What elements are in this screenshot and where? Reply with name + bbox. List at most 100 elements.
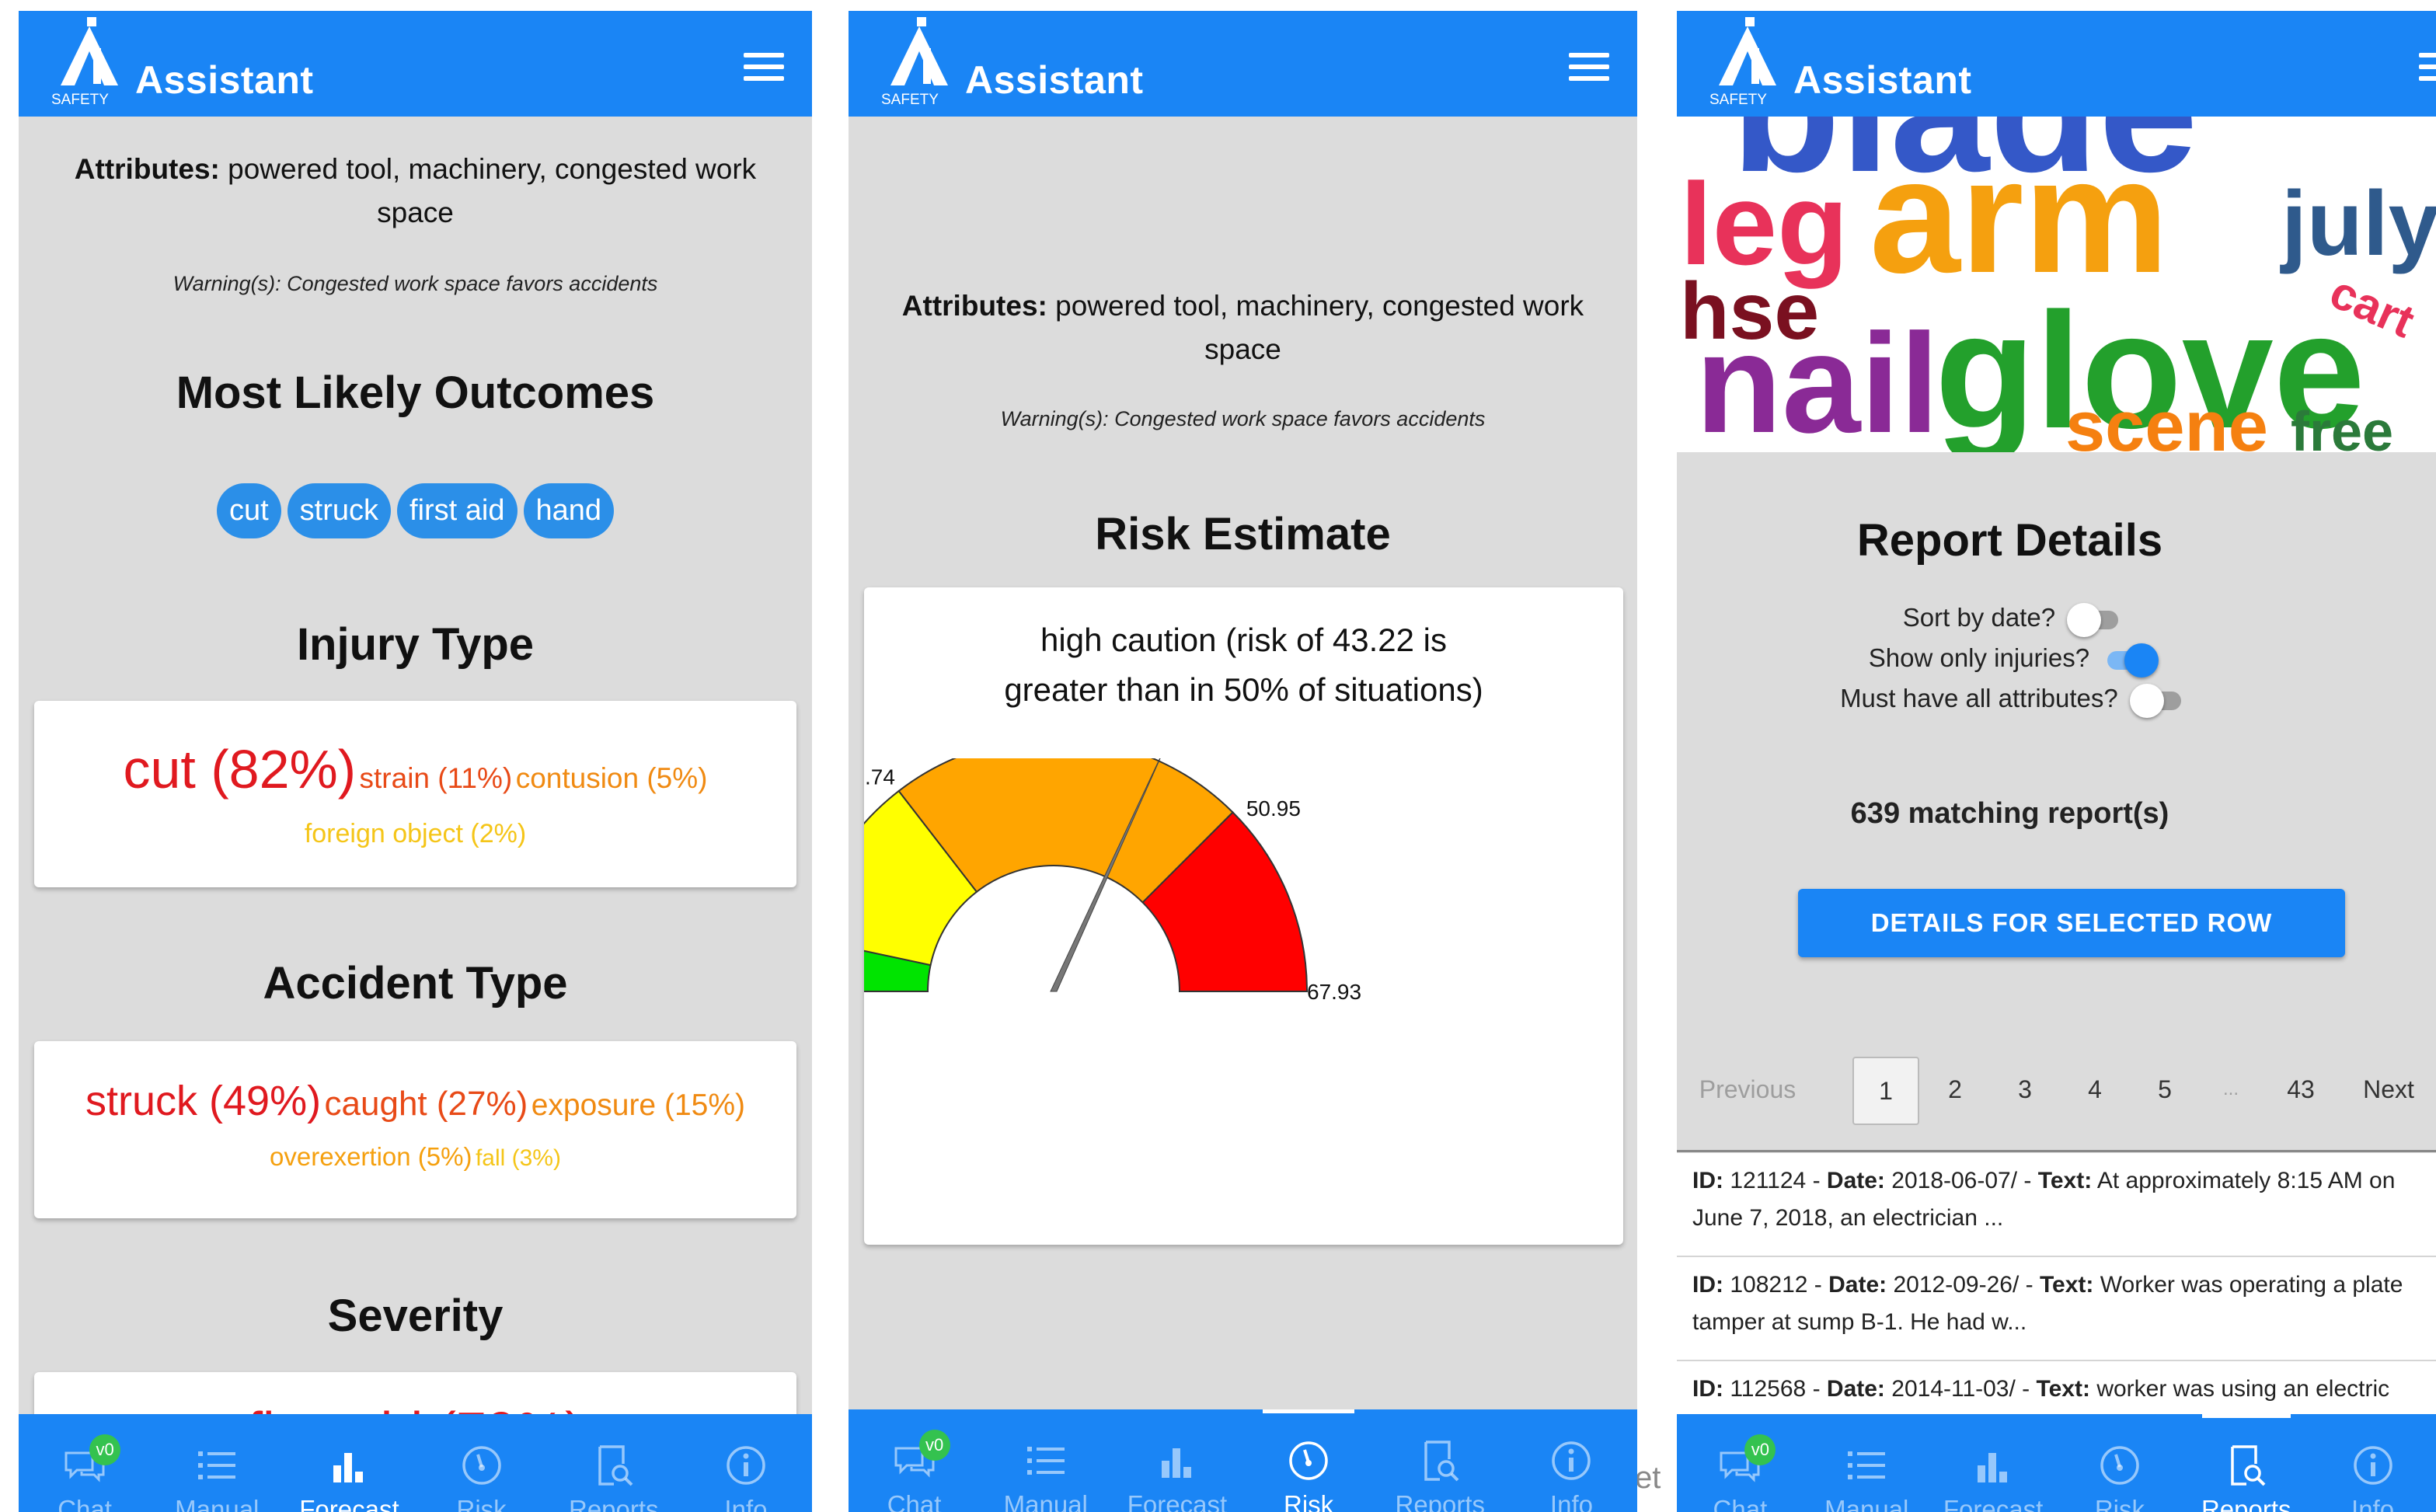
accident-item: struck (49%)	[85, 1078, 322, 1124]
app-bar: SAFETY Assistant	[19, 11, 812, 117]
report-row[interactable]: ID: 108212 - Date: 2012-09-26/ - Text: W…	[1677, 1257, 2436, 1361]
nav-reports[interactable]: Reports	[548, 1414, 680, 1512]
info-icon	[723, 1442, 769, 1489]
nav-label: Risk	[456, 1495, 507, 1512]
nav-label: Info	[724, 1495, 768, 1512]
svg-text:SAFETY: SAFETY	[881, 92, 939, 108]
nav-manual[interactable]: Manual	[151, 1414, 283, 1512]
nav-label: Chat	[58, 1495, 112, 1512]
wordcloud-word: july	[2280, 172, 2436, 275]
word-cloud: blade leg arm july hse cart nail glove s…	[1677, 117, 2436, 452]
pagination-page[interactable]: 2	[1924, 1057, 1986, 1122]
nav-label: Manual	[1003, 1490, 1088, 1512]
nav-info[interactable]: Info	[680, 1414, 812, 1512]
gauge-tick-label: 67.93	[1307, 980, 1361, 1004]
pagination-page[interactable]: 3	[1994, 1057, 2056, 1122]
app-logo: SAFETY	[881, 17, 948, 108]
nav-info[interactable]: Info	[2309, 1414, 2436, 1512]
gauge-tick-label: 50.95	[1246, 796, 1301, 820]
injury-type-card: cut (82%) strain (11%) contusion (5%) fo…	[34, 701, 796, 887]
nav-forecast[interactable]: Forecast	[1930, 1414, 2057, 1512]
nav-risk[interactable]: Risk	[2056, 1414, 2183, 1512]
svg-text:SAFETY: SAFETY	[1709, 92, 1767, 108]
sort-by-date-switch[interactable]	[2067, 603, 2123, 638]
nav-forecast[interactable]: Forecast	[1111, 1409, 1242, 1512]
speedometer-icon	[2096, 1442, 2143, 1489]
pagination-next[interactable]: Next	[2350, 1057, 2427, 1122]
outcome-chips: cut struck first aid hand	[19, 483, 812, 538]
forecast-screen: SAFETY Assistant Attributes: powered too…	[19, 11, 812, 1512]
report-search-icon	[591, 1442, 637, 1489]
risk-caption: high caution (risk of 43.22 is greater t…	[1004, 622, 1483, 708]
nav-risk[interactable]: Risk	[1243, 1409, 1375, 1512]
injury-item: strain (11%)	[359, 762, 513, 794]
nav-label: Info	[2351, 1495, 2395, 1512]
chat-badge: v0	[918, 1430, 950, 1461]
list-icon	[1023, 1437, 1069, 1484]
app-title: Assistant	[1793, 58, 1972, 102]
only-injuries-switch[interactable]	[2101, 643, 2159, 678]
nav-label: Risk	[2094, 1495, 2145, 1512]
outcome-chip[interactable]: cut	[216, 483, 281, 538]
nav-manual[interactable]: Manual	[980, 1409, 1111, 1512]
active-tab-indicator	[2201, 1414, 2291, 1418]
bar-chart-icon	[326, 1442, 372, 1489]
wordcloud-word: nail	[1695, 304, 1939, 452]
active-tab-indicator	[1262, 1409, 1355, 1413]
outcome-chip[interactable]: hand	[523, 483, 615, 538]
pagination-page[interactable]: 4	[2064, 1057, 2126, 1122]
report-details-heading: Report Details	[1856, 515, 2163, 566]
warning-text: Warning(s): Congested work space favors …	[173, 272, 658, 295]
hamburger-menu-icon[interactable]	[1569, 53, 1609, 81]
accident-item: overexertion (5%)	[270, 1142, 472, 1171]
stray-text: et	[1635, 1461, 1661, 1495]
toggle-only-injuries[interactable]: Show only injuries?	[1677, 643, 2392, 678]
hamburger-menu-icon[interactable]	[744, 53, 784, 81]
toggle-all-attributes[interactable]: Must have all attributes?	[1677, 684, 2392, 719]
warning-text: Warning(s): Congested work space favors …	[1000, 407, 1486, 430]
outcome-chip[interactable]: struck	[287, 483, 392, 538]
nav-chat[interactable]: v0 Chat	[19, 1414, 151, 1512]
bottom-nav: v0 Chat Manual Forecast Risk Reports Inf…	[1677, 1414, 2436, 1512]
toggle-sort-by-date[interactable]: Sort by date?	[1677, 603, 2392, 638]
nav-reports[interactable]: Reports	[1375, 1409, 1506, 1512]
nav-manual[interactable]: Manual	[1803, 1414, 1930, 1512]
bottom-nav: v0 Chat Manual Forecast Risk Reports Inf…	[19, 1414, 812, 1512]
wordcloud-word: scene	[2065, 387, 2268, 452]
report-row[interactable]: ID: 121124 - Date: 2018-06-07/ - Text: A…	[1677, 1153, 2436, 1257]
nav-reports[interactable]: Reports	[2183, 1414, 2309, 1512]
nav-chat[interactable]: v0 Chat	[1677, 1414, 1803, 1512]
report-search-icon	[2223, 1442, 2270, 1489]
risk-screen: SAFETY Assistant Attributes: powered too…	[849, 11, 1637, 1512]
outcome-chip[interactable]: first aid	[397, 483, 518, 538]
nav-risk[interactable]: Risk	[416, 1414, 548, 1512]
all-attributes-switch[interactable]	[2129, 684, 2186, 719]
hamburger-menu-icon[interactable]	[2419, 53, 2436, 81]
list-icon	[193, 1442, 240, 1489]
pagination-ellipsis: ...	[2222, 1078, 2239, 1099]
accident-item: fall (3%)	[475, 1145, 561, 1171]
details-button[interactable]: DETAILS FOR SELECTED ROW	[1798, 889, 2345, 957]
nav-label: Forecast	[1127, 1490, 1228, 1512]
accident-type-card: struck (49%) caught (27%) exposure (15%)…	[34, 1041, 796, 1218]
nav-label: Reports	[2201, 1495, 2291, 1512]
table-divider	[1677, 1150, 2436, 1152]
nav-label: Manual	[175, 1495, 260, 1512]
bar-chart-icon	[1970, 1442, 2016, 1489]
nav-info[interactable]: Info	[1506, 1409, 1637, 1512]
pagination-page[interactable]: 43	[2266, 1057, 2336, 1122]
pagination-page[interactable]: 1	[1852, 1057, 1919, 1125]
risk-estimate-heading: Risk Estimate	[1095, 509, 1391, 559]
svg-text:SAFETY: SAFETY	[51, 92, 109, 108]
injury-item: cut (82%)	[123, 739, 357, 800]
nav-label: Reports	[568, 1495, 659, 1512]
pagination-previous[interactable]: Previous	[1697, 1057, 1798, 1122]
app-title: Assistant	[135, 58, 314, 102]
pagination-page[interactable]: 5	[2134, 1057, 2196, 1122]
nav-label: Forecast	[1943, 1495, 2044, 1512]
nav-forecast[interactable]: Forecast	[283, 1414, 415, 1512]
nav-label: Chat	[1713, 1495, 1768, 1512]
risk-card: high caution (risk of 43.22 is greater t…	[864, 587, 1623, 1245]
injury-item: contusion (5%)	[515, 762, 708, 794]
nav-chat[interactable]: v0 Chat	[849, 1409, 980, 1512]
